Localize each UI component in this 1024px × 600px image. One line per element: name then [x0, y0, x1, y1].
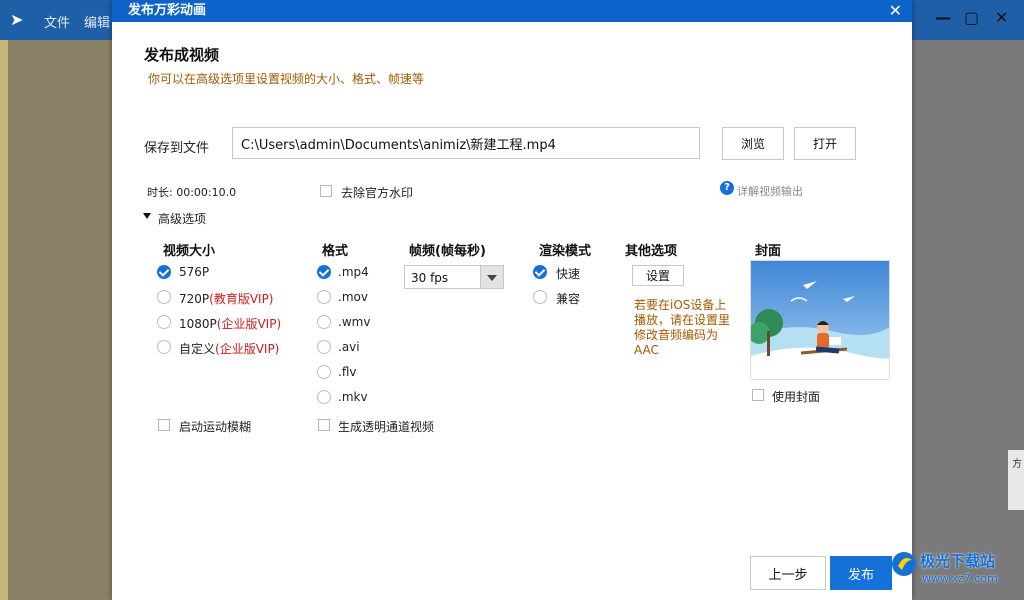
size-576p-label: 576P [179, 265, 210, 279]
format-wmv-radio[interactable] [317, 315, 331, 329]
dialog-title-bar: 发布万彩动画 ✕ [112, 0, 912, 22]
previous-button[interactable]: 上一步 [750, 556, 826, 590]
vip-badge: (企业版VIP) [215, 342, 280, 356]
dialog-title: 发布万彩动画 [128, 3, 207, 18]
motion-blur-label: 启动运动模糊 [179, 420, 252, 434]
cover-illustration [751, 261, 889, 379]
expand-triangle-icon[interactable] [143, 213, 151, 219]
save-to-file-label: 保存到文件 [144, 141, 210, 156]
size-720p-radio[interactable] [157, 290, 171, 304]
site-watermark: 极光下载站 www.xz7.com [890, 548, 1022, 596]
render-compatible-label: 兼容 [556, 292, 581, 306]
render-fast-radio[interactable] [533, 265, 547, 279]
vip-badge: (企业版VIP) [216, 317, 282, 331]
format-mov-label: .mov [338, 290, 368, 304]
render-fast-label: 快速 [556, 267, 581, 281]
size-1080p-text: 1080P [179, 317, 217, 331]
watermark-brand: 极光下载站 [920, 552, 996, 570]
size-custom-label: 自定义(企业版VIP) [179, 340, 279, 357]
publish-dialog: 发布万彩动画 ✕ 发布成视频 你可以在高级选项里设置视频的大小、格式、帧速等 保… [112, 0, 912, 600]
fps-value: 30 fps [411, 271, 449, 285]
close-app-icon[interactable]: ✕ [995, 8, 1008, 27]
format-flv-label: .flv [338, 365, 357, 379]
size-720p-label: 720P(教育版VIP) [179, 290, 274, 307]
format-header: 格式 [322, 244, 349, 259]
size-1080p-radio[interactable] [157, 315, 171, 329]
watermark-logo-icon [892, 552, 916, 576]
cover-thumbnail[interactable] [750, 260, 890, 380]
duration-label: 时长: 00:00:10.0 [147, 186, 237, 199]
size-720p-text: 720P [179, 292, 210, 306]
format-mkv-label: .mkv [338, 390, 368, 404]
ios-note: 若要在iOS设备上播放，请在设置里修改音频编码为AAC [634, 298, 731, 357]
menu-file[interactable]: 文件 [44, 12, 70, 31]
format-mp4-radio[interactable] [317, 265, 331, 279]
remove-watermark-label: 去除官方水印 [341, 186, 414, 200]
format-avi-radio[interactable] [317, 340, 331, 354]
size-1080p-label: 1080P(企业版VIP) [179, 315, 281, 332]
help-icon[interactable]: ? [720, 181, 734, 195]
format-mkv-radio[interactable] [317, 390, 331, 404]
background-canvas-left [0, 40, 112, 600]
open-button[interactable]: 打开 [794, 127, 856, 160]
browse-button[interactable]: 浏览 [722, 127, 784, 160]
format-wmv-label: .wmv [338, 315, 371, 329]
motion-blur-checkbox[interactable] [158, 419, 170, 431]
use-cover-label: 使用封面 [772, 390, 821, 404]
render-compatible-radio[interactable] [533, 290, 547, 304]
app-logo-icon: ➤ [10, 10, 24, 29]
menu-edit[interactable]: 编辑 [84, 12, 110, 31]
size-576p-radio[interactable] [157, 265, 171, 279]
format-avi-label: .avi [338, 340, 360, 354]
remove-watermark-checkbox[interactable] [320, 185, 332, 197]
background-canvas-right [912, 40, 1024, 600]
cover-header: 封面 [755, 244, 782, 259]
watermark-url: www.xz7.com [922, 572, 998, 585]
page-title: 发布成视频 [144, 46, 220, 64]
help-link[interactable]: 详解视频输出 [737, 183, 803, 199]
vip-badge: (教育版VIP) [209, 292, 274, 306]
format-mp4-label: .mp4 [338, 265, 369, 279]
fps-header: 帧频(帧每秒) [409, 244, 486, 259]
transparent-video-label: 生成透明通道视频 [338, 420, 435, 434]
settings-button[interactable]: 设置 [632, 265, 684, 286]
save-path-input[interactable] [232, 127, 700, 159]
minimize-icon[interactable]: — [935, 8, 951, 27]
maximize-icon[interactable]: ▢ [964, 8, 979, 27]
other-options-header: 其他选项 [625, 244, 678, 259]
background-left-strip [0, 40, 8, 600]
size-custom-radio[interactable] [157, 340, 171, 354]
video-size-header: 视频大小 [163, 244, 216, 259]
close-icon[interactable]: ✕ [889, 0, 902, 22]
use-cover-checkbox[interactable] [752, 389, 764, 401]
format-mov-radio[interactable] [317, 290, 331, 304]
advanced-options-toggle[interactable]: 高级选项 [158, 210, 206, 227]
size-custom-text: 自定义 [179, 342, 216, 356]
chevron-down-icon[interactable] [480, 266, 503, 288]
page-subtitle: 你可以在高级选项里设置视频的大小、格式、帧速等 [148, 72, 425, 86]
publish-button[interactable]: 发布 [830, 556, 892, 590]
format-flv-radio[interactable] [317, 365, 331, 379]
render-mode-header: 渲染模式 [539, 244, 592, 259]
transparent-video-checkbox[interactable] [318, 419, 330, 431]
fps-select[interactable]: 30 fps [404, 265, 504, 289]
background-right-text: 方 [1012, 459, 1022, 470]
